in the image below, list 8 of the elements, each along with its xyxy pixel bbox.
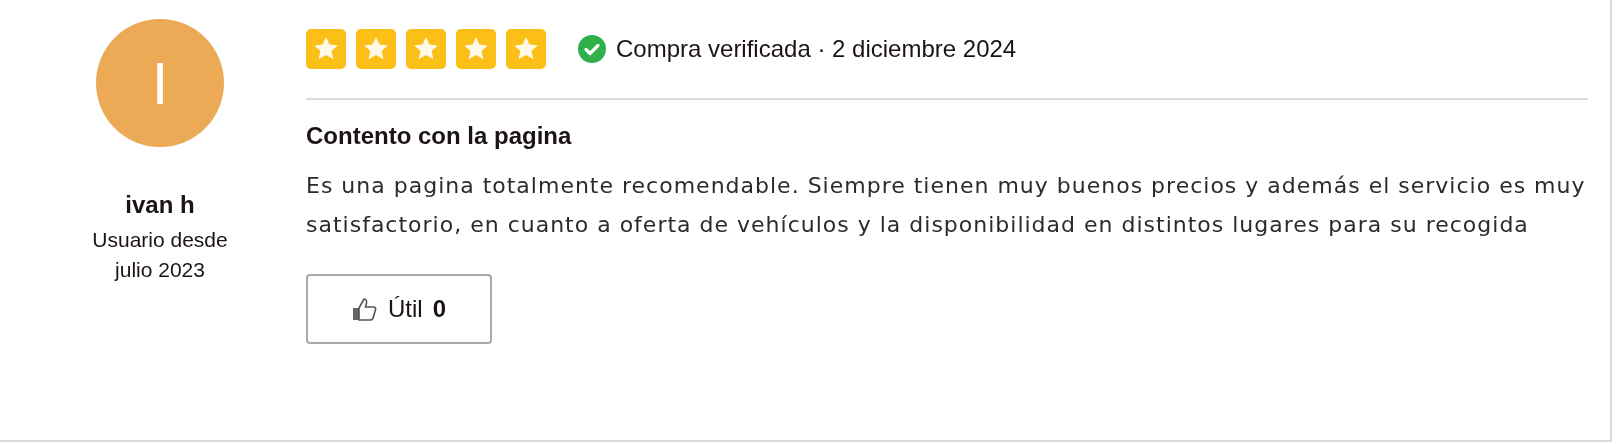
- member-since: Usuario desde julio 2023: [91, 227, 229, 283]
- avatar: I: [96, 19, 224, 147]
- helpful-button[interactable]: Útil 0: [306, 274, 492, 344]
- reviewer-name: ivan h: [125, 191, 195, 219]
- review-text: Es una pagina totalmente recomendable. Siempre tienen muy buenos precios y además el servicio es muy satisfactorio, en cuanto a oferta de vehículos y la disponibilidad en distintos lugares para su recogida: [306, 172, 1586, 239]
- review-title: Contento con la pagina: [306, 122, 572, 150]
- thumbs-up-icon: [352, 296, 378, 322]
- verified-purchase-date: Compra verificada · 2 diciembre 2024: [616, 35, 1017, 63]
